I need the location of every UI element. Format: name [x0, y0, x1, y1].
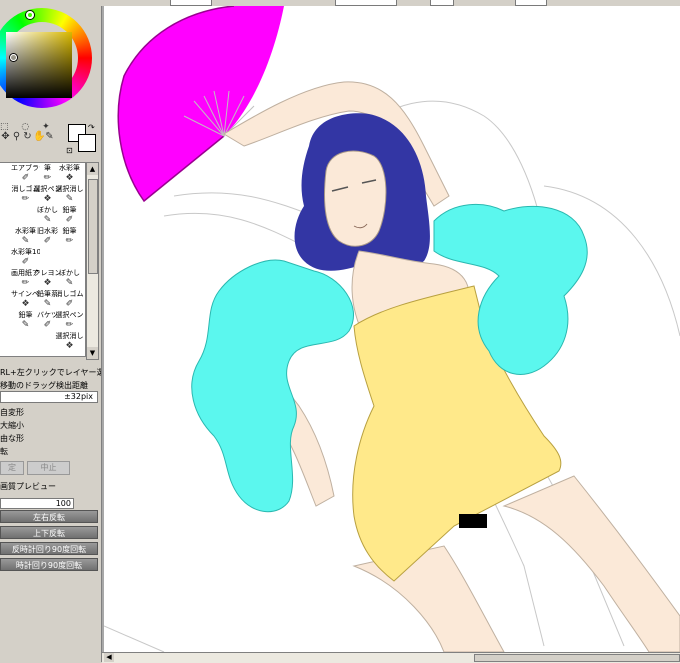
drawing-canvas[interactable] — [103, 5, 680, 653]
artwork — [103, 5, 680, 653]
hand-icon[interactable]: ✋ — [33, 131, 45, 142]
rotate-icon[interactable]: ↻ — [22, 131, 33, 142]
canvas-hscrollbar[interactable]: ◀ — [102, 652, 680, 663]
eyedropper-icon[interactable]: ✎ — [44, 131, 55, 142]
check-item[interactable]: 自変形 — [0, 407, 24, 418]
tool-panel: ↷ ⊡ ✥⚲↻✋✎ ⬚ ◌ ✦ エアブラシ✐筆✏水彩筆❖消しゴム✏選択ペン❖選択… — [0, 6, 102, 662]
brush-icon: ❖ — [65, 341, 74, 351]
brush-label: 鉛筆 — [18, 311, 33, 319]
selection-icon[interactable]: ⬚ — [0, 122, 9, 132]
check-item[interactable]: 由な形 — [0, 433, 24, 444]
scroll-down-arrow[interactable]: ▼ — [87, 347, 98, 359]
flip-vertical-button[interactable]: 上下反転 — [0, 526, 98, 539]
tool-icons-row: ✥ ⚲ ↻✋✎ — [0, 131, 60, 151]
brush-label: 選択消し — [55, 332, 84, 340]
brush-label: 筆 — [44, 164, 51, 172]
fan-leaf — [118, 6, 284, 201]
swap-colors-icon[interactable]: ↷ — [88, 123, 95, 132]
ctrl-click-label: RL+左クリックでレイヤー選択 — [0, 368, 102, 377]
right-leg — [502, 475, 680, 653]
brush-icon: ✎ — [65, 278, 74, 288]
brush-icon: ✏ — [65, 320, 74, 330]
preview-quality-label: 画質プレビュー — [0, 482, 56, 491]
preview-quality-slider[interactable]: 100 — [0, 498, 74, 509]
flip-horizontal-button[interactable]: 左右反転 — [0, 510, 98, 523]
check-item[interactable]: 転 — [0, 446, 8, 457]
check-item[interactable]: 大縮小 — [0, 420, 24, 431]
rotate-ccw-button[interactable]: 反時計回り90度回転 — [0, 542, 98, 555]
brush-icon: ✎ — [65, 194, 74, 204]
brush-icon: ✐ — [65, 299, 74, 309]
sv-marker[interactable] — [10, 54, 17, 61]
brush-icon: ❖ — [65, 173, 74, 183]
tool-icons-row-top: ⬚ ◌ ✦ — [0, 122, 60, 132]
brush-label: 鉛筆 — [62, 206, 77, 214]
brush-icon: ✐ — [65, 215, 74, 225]
move-icon[interactable]: ✥ — [0, 131, 11, 142]
scroll-up-arrow[interactable]: ▲ — [87, 163, 98, 175]
zoom-icon[interactable]: ⚲ — [11, 131, 22, 142]
scroll-thumb[interactable] — [88, 179, 98, 274]
fan — [117, 5, 284, 203]
drag-distance-input[interactable]: ±32pix — [0, 391, 98, 403]
color-wheel-hole — [6, 22, 78, 98]
brush-label: 選択ペン — [55, 311, 84, 319]
brush-label: 鉛筆 — [62, 227, 77, 235]
brush-label: 選択消し — [55, 185, 84, 193]
ok-button[interactable]: 定 — [0, 461, 24, 475]
brush-scrollbar[interactable]: ▲ ▼ — [86, 162, 99, 360]
brush-slot[interactable]: 選択消し ❖ — [55, 332, 84, 359]
saturation-value-square[interactable] — [6, 32, 72, 98]
scroll-thumb[interactable] — [474, 654, 680, 662]
reset-colors-icon[interactable]: ⊡ — [66, 146, 73, 155]
canvas-area — [102, 5, 680, 653]
face — [324, 150, 387, 247]
hue-marker[interactable] — [26, 11, 34, 19]
rotate-cw-button[interactable]: 時計回り90度回転 — [0, 558, 98, 571]
brush-label: ぼかし — [59, 269, 80, 277]
brush-label: 水彩筆 — [59, 164, 80, 172]
color-wheel[interactable] — [0, 8, 92, 108]
cancel-button[interactable]: 中止 — [27, 461, 70, 475]
scroll-left-arrow[interactable]: ◀ — [104, 653, 114, 662]
shadow-patch — [459, 514, 487, 528]
primary-color-swatch[interactable] — [78, 134, 96, 152]
brush-icon: ✏ — [65, 236, 74, 246]
lasso-icon[interactable]: ◌ — [21, 122, 29, 132]
brush-grid: エアブラシ✐筆✏水彩筆❖消しゴム✏選択ペン❖選択消し✎ぼかし✎鉛筆✐水彩筆✎旧水… — [0, 162, 86, 357]
brush-label: 消しゴム — [55, 290, 84, 298]
drag-distance-label: 移動のドラッグ検出距離 — [0, 381, 88, 390]
wand-icon[interactable]: ✦ — [42, 122, 50, 132]
